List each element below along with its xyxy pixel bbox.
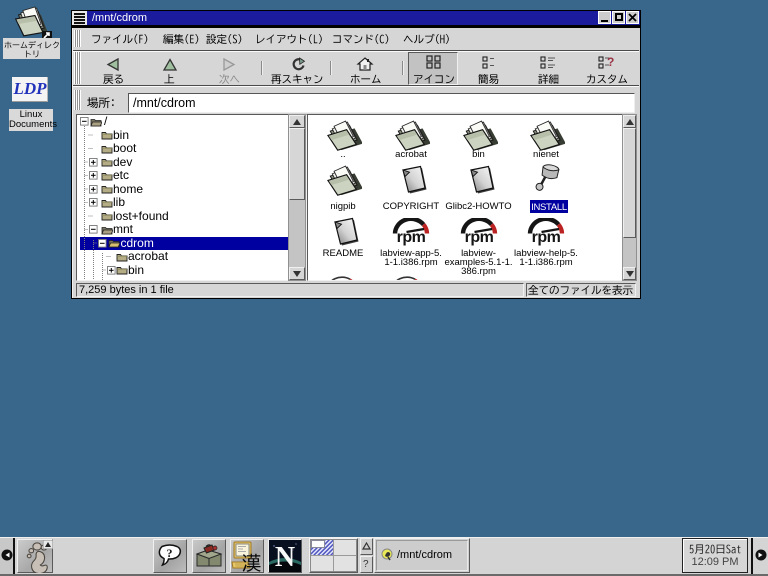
svg-text:rpm: rpm xyxy=(397,229,426,246)
svg-text:rpm: rpm xyxy=(532,229,561,246)
svg-text:N: N xyxy=(275,542,295,572)
svg-text:rpm: rpm xyxy=(464,229,493,246)
svg-text:?: ? xyxy=(607,55,614,69)
svg-text:?: ? xyxy=(167,546,173,560)
